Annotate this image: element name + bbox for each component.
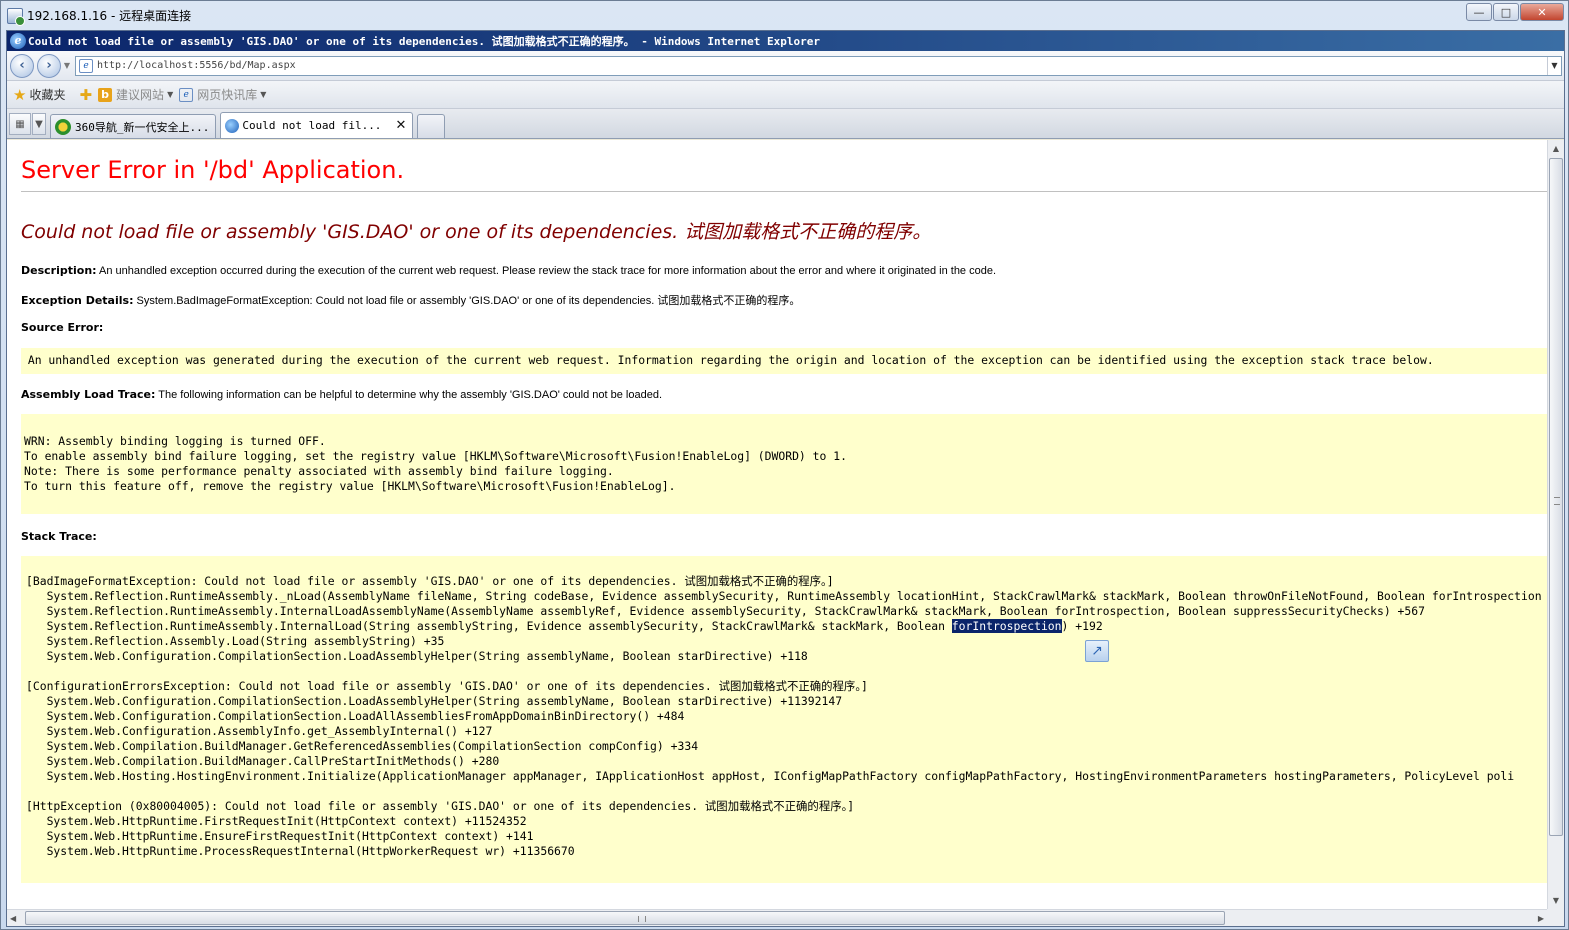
- stack-trace-line-suffix: ) +192: [1061, 619, 1103, 633]
- stack-trace-line: System.Web.Hosting.HostingEnvironment.In…: [26, 769, 1515, 783]
- tab-label: 360导航_新一代安全上...: [75, 120, 210, 134]
- stack-trace-header: [BadImageFormatException: Could not load…: [26, 574, 834, 588]
- stack-trace-line: System.Web.Compilation.BuildManager.Call…: [26, 754, 500, 768]
- vertical-scroll-thumb[interactable]: [1549, 158, 1563, 836]
- close-tab-icon[interactable]: ✕: [395, 118, 406, 133]
- 360-icon: [55, 118, 71, 135]
- tab-bar: ▦ ▼ 360导航_新一代安全上... Could not load fil..…: [7, 109, 1564, 139]
- code-line: WRN: Assembly binding logging is turned …: [24, 434, 326, 448]
- exception-details-label: Exception Details:: [21, 294, 134, 307]
- source-error-box: An unhandled exception was generated dur…: [21, 348, 1547, 374]
- stack-trace-line: System.Web.HttpRuntime.ProcessRequestInt…: [26, 844, 575, 858]
- error-title: Could not load file or assembly 'GIS.DAO…: [21, 221, 932, 243]
- selected-text[interactable]: forIntrospection: [951, 619, 1062, 633]
- close-button[interactable]: ✕: [1520, 3, 1564, 21]
- scroll-left-icon[interactable]: ◀: [10, 910, 16, 927]
- remote-desktop-icon: [7, 7, 25, 26]
- stack-trace-box: [BadImageFormatException: Could not load…: [21, 556, 1547, 883]
- ie-window-title: Could not load file or assembly 'GIS.DAO…: [28, 35, 821, 48]
- ie-page-icon: [225, 118, 240, 133]
- assembly-load-trace-text: The following information can be helpful…: [155, 389, 663, 401]
- maximize-button[interactable]: □: [1493, 3, 1519, 21]
- remote-desktop-window: 192.168.1.16 - 远程桌面连接 — □ ✕ e Could not …: [0, 0, 1569, 930]
- chevron-down-icon: ▼: [260, 90, 267, 99]
- ie-window: e Could not load file or assembly 'GIS.D…: [6, 30, 1565, 927]
- assembly-load-trace-label: Assembly Load Trace:: [21, 388, 156, 401]
- code-line: Note: There is some performance penalty …: [24, 464, 614, 478]
- source-error-label: Source Error:: [21, 321, 104, 334]
- stack-trace-line: System.Reflection.RuntimeAssembly._nLoad…: [26, 589, 1542, 603]
- stack-trace-line: System.Web.HttpRuntime.EnsureFirstReques…: [26, 829, 534, 843]
- history-dropdown-icon[interactable]: ▼: [61, 61, 73, 70]
- stack-trace-line: System.Web.Compilation.BuildManager.GetR…: [26, 739, 699, 753]
- divider: [21, 191, 1547, 192]
- description-text: An unhandled exception occurred during t…: [96, 265, 997, 277]
- horizontal-scroll-thumb[interactable]: [25, 911, 1225, 925]
- quick-tabs-icon[interactable]: ▦: [9, 113, 31, 135]
- assembly-load-trace-box: WRN: Assembly binding logging is turned …: [21, 414, 1547, 514]
- address-input[interactable]: http://localhost:5556/bd/Map.aspx: [97, 60, 1547, 71]
- stack-trace-heading: Stack Trace:: [21, 530, 97, 543]
- exception-details-text: System.BadImageFormatException: Could no…: [133, 295, 801, 307]
- size-grip: [1547, 909, 1564, 926]
- chevron-down-icon: ▼: [167, 90, 174, 99]
- description-line: Description: An unhandled exception occu…: [21, 264, 996, 277]
- ie-page-icon: e: [179, 87, 194, 102]
- stack-trace-line: System.Web.Configuration.CompilationSect…: [26, 709, 685, 723]
- stack-trace-line: System.Web.Configuration.AssemblyInfo.ge…: [26, 724, 493, 738]
- favorites-label: 收藏夹: [29, 88, 66, 102]
- code-line: To turn this feature off, remove the reg…: [24, 479, 676, 493]
- web-slice-gallery-label: 网页快讯库: [197, 88, 258, 102]
- horizontal-scrollbar[interactable]: ◀ ▶: [7, 909, 1547, 926]
- web-slice-gallery-button[interactable]: e 网页快讯库 ▼: [179, 86, 266, 103]
- source-error-heading: Source Error:: [21, 321, 103, 334]
- scroll-up-icon[interactable]: ▲: [1548, 140, 1564, 157]
- vertical-scrollbar[interactable]: ▲ ▼: [1547, 140, 1564, 909]
- favorites-button[interactable]: ★ 收藏夹: [13, 86, 65, 104]
- accelerator-icon[interactable]: ↗: [1085, 640, 1109, 662]
- address-dropdown-icon[interactable]: ▼: [1547, 56, 1561, 75]
- page-title: Server Error in '/bd' Application.: [21, 156, 405, 184]
- scroll-right-icon[interactable]: ▶: [1538, 910, 1544, 927]
- favorites-star-icon: ★: [13, 85, 27, 104]
- stack-trace-line: System.Reflection.RuntimeAssembly.Intern…: [26, 604, 1425, 618]
- ie-icon: e: [10, 33, 26, 49]
- page-content: Server Error in '/bd' Application. Could…: [7, 140, 1547, 909]
- page-icon: e: [79, 58, 93, 73]
- remote-desktop-title: 192.168.1.16 - 远程桌面连接: [27, 9, 192, 23]
- minimize-button[interactable]: —: [1466, 3, 1492, 21]
- suggested-sites-label: 建议网站: [116, 88, 165, 102]
- source-error-text: An unhandled exception was generated dur…: [21, 353, 1434, 367]
- favorites-bar: ★ 收藏夹 ✚ b 建议网站 ▼ e 网页快讯库 ▼: [7, 81, 1564, 109]
- stack-trace-header: [ConfigurationErrorsException: Could not…: [26, 679, 868, 693]
- scroll-down-icon[interactable]: ▼: [1548, 892, 1564, 909]
- stack-trace-label: Stack Trace:: [21, 530, 97, 543]
- add-to-favorites-icon[interactable]: ✚: [79, 86, 92, 104]
- stack-trace-line: System.Reflection.Assembly.Load(String a…: [26, 634, 445, 648]
- stack-trace-line: System.Web.HttpRuntime.FirstRequestInit(…: [26, 814, 527, 828]
- tab-360-navigation[interactable]: 360导航_新一代安全上...: [50, 114, 217, 138]
- forward-button[interactable]: ›: [37, 53, 61, 78]
- assembly-load-trace-line: Assembly Load Trace: The following infor…: [21, 388, 662, 401]
- stack-trace-line: System.Web.Configuration.CompilationSect…: [26, 694, 843, 708]
- address-toolbar: ‹ › ▼ e http://localhost:5556/bd/Map.asp…: [7, 51, 1564, 81]
- stack-trace-line-text: System.Reflection.RuntimeAssembly.Intern…: [26, 619, 952, 633]
- tab-label: Could not load fil...: [242, 119, 382, 132]
- back-button[interactable]: ‹: [10, 53, 34, 78]
- window-controls: — □ ✕: [1465, 3, 1564, 21]
- description-label: Description:: [21, 264, 97, 277]
- ie-titlebar: e Could not load file or assembly 'GIS.D…: [7, 31, 1564, 51]
- tab-list-dropdown-icon[interactable]: ▼: [32, 113, 46, 135]
- code-line: To enable assembly bind failure logging,…: [24, 449, 847, 463]
- stack-trace-line: System.Web.Configuration.CompilationSect…: [26, 649, 808, 663]
- stack-trace-line: System.Reflection.RuntimeAssembly.Intern…: [26, 619, 1547, 634]
- suggested-sites-button[interactable]: b 建议网站 ▼: [98, 86, 173, 103]
- remote-desktop-titlebar: 192.168.1.16 - 远程桌面连接 — □ ✕: [1, 1, 1568, 30]
- address-bar[interactable]: e http://localhost:5556/bd/Map.aspx ▼: [75, 55, 1562, 76]
- tab-error-page[interactable]: Could not load fil... ✕: [220, 112, 414, 138]
- stack-trace-header: [HttpException (0x80004005): Could not l…: [26, 799, 855, 813]
- exception-details-line: Exception Details: System.BadImageFormat…: [21, 292, 800, 308]
- new-tab-button[interactable]: [417, 114, 446, 138]
- bing-icon: b: [98, 87, 113, 102]
